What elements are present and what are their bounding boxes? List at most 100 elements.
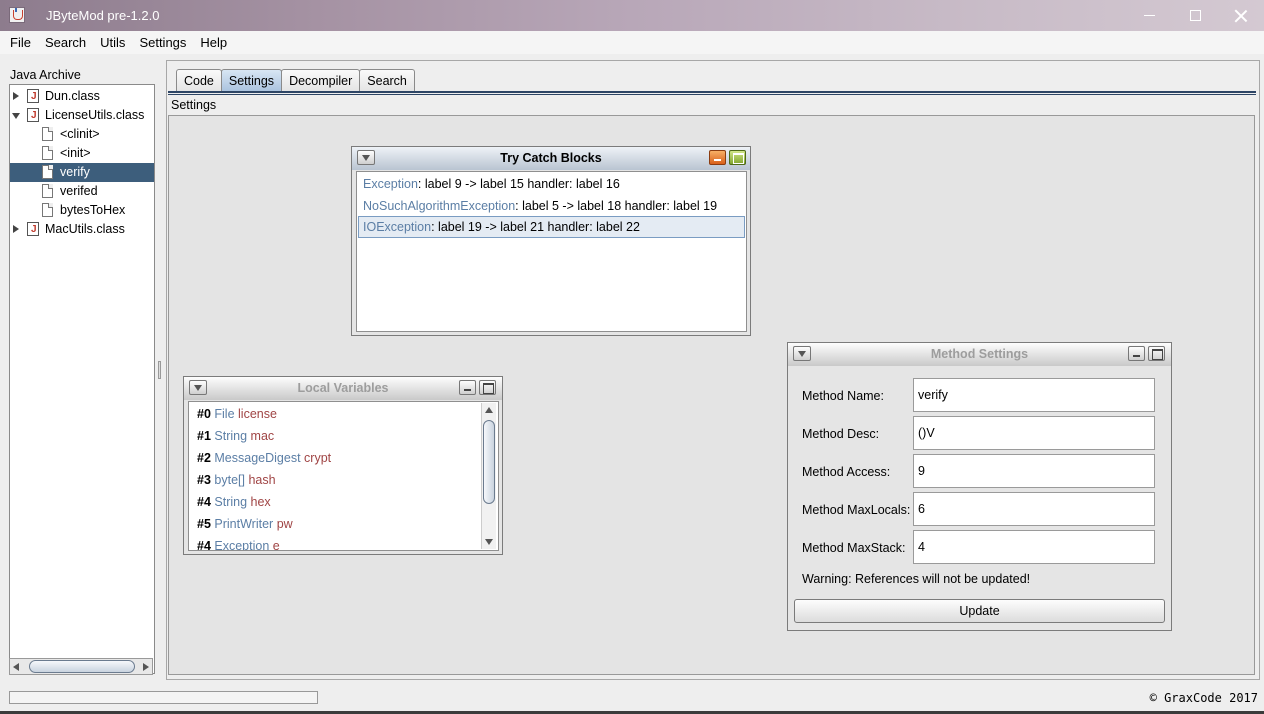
frame-minimize-icon[interactable] xyxy=(459,380,476,395)
method-file-icon xyxy=(42,127,53,141)
frame-maximize-icon[interactable] xyxy=(1148,346,1165,361)
tab-search[interactable]: Search xyxy=(359,69,415,92)
expand-arrow-icon[interactable] xyxy=(13,92,19,100)
tree-item-label: Dun.class xyxy=(45,89,100,103)
method-file-icon xyxy=(42,165,53,179)
split-pane-divider[interactable] xyxy=(157,64,161,676)
try-catch-list: Exception: label 9 -> label 15 handler: … xyxy=(356,171,747,332)
menu-bar: File Search Utils Settings Help xyxy=(0,31,1264,54)
references-warning: Warning: References will not be updated! xyxy=(802,572,1031,586)
tree-item-macutils-class[interactable]: MacUtils.class xyxy=(10,220,154,239)
frame-minimize-icon[interactable] xyxy=(709,150,726,165)
list-item[interactable]: #4 String hex xyxy=(189,491,271,513)
method-settings-frame[interactable]: Method Settings Method Name: verify Meth… xyxy=(787,342,1172,631)
window-title: JByteMod pre-1.2.0 xyxy=(46,8,160,23)
archive-panel-title: Java Archive xyxy=(10,68,81,82)
method-maxstack-label: Method MaxStack: xyxy=(802,541,906,555)
tree-item-clinit[interactable]: <clinit> xyxy=(10,125,154,144)
scroll-thumb[interactable] xyxy=(29,660,135,673)
java-class-icon xyxy=(27,87,39,106)
section-label: Settings xyxy=(171,98,217,112)
menu-help[interactable]: Help xyxy=(193,31,234,54)
try-catch-title-bar[interactable]: Try Catch Blocks xyxy=(352,147,750,170)
expand-arrow-icon[interactable] xyxy=(13,225,19,233)
method-settings-title: Method Settings xyxy=(930,347,1029,361)
tree-item-label: verifed xyxy=(60,184,98,198)
tree-item-bytestohex[interactable]: bytesToHex xyxy=(10,201,154,220)
splitter-grip[interactable] xyxy=(158,361,161,379)
list-item[interactable]: #3 byte[] hash xyxy=(189,469,276,491)
tree-item-licenseutils-class[interactable]: LicenseUtils.class xyxy=(10,106,154,125)
method-access-field[interactable]: 9 xyxy=(913,454,1155,488)
tab-code[interactable]: Code xyxy=(176,69,222,92)
tree-item-init[interactable]: <init> xyxy=(10,144,154,163)
editor-tabs: Code Settings Decompiler Search xyxy=(176,69,415,92)
scroll-right-icon[interactable] xyxy=(143,663,149,671)
close-button[interactable] xyxy=(1218,0,1264,31)
list-item[interactable]: #5 PrintWriter pw xyxy=(189,513,293,535)
method-access-label: Method Access: xyxy=(802,465,891,479)
tree-item-label: bytesToHex xyxy=(60,203,126,217)
list-item[interactable]: IOException: label 19 -> label 21 handle… xyxy=(358,216,745,238)
scroll-left-icon[interactable] xyxy=(13,663,19,671)
java-class-icon xyxy=(27,220,39,239)
tree-item-label: MacUtils.class xyxy=(45,222,125,236)
frame-maximize-icon[interactable] xyxy=(479,380,496,395)
tree-item-label: LicenseUtils.class xyxy=(45,108,145,122)
title-bar: JByteMod pre-1.2.0 xyxy=(0,0,1264,31)
local-variables-list: #0 File license #1 String mac #2 Message… xyxy=(188,401,499,551)
scroll-up-icon[interactable] xyxy=(485,407,493,413)
list-item[interactable]: #1 String mac xyxy=(189,425,274,447)
tree-item-verifed[interactable]: verifed xyxy=(10,182,154,201)
maximize-icon xyxy=(1189,10,1201,21)
java-app-icon xyxy=(9,7,25,23)
try-catch-frame[interactable]: Try Catch Blocks Exception: label 9 -> l… xyxy=(351,146,751,336)
local-variables-scrollbar[interactable] xyxy=(481,403,496,549)
tree-item-dun-class[interactable]: Dun.class xyxy=(10,87,154,106)
tab-decompiler[interactable]: Decompiler xyxy=(281,69,361,92)
method-name-field[interactable]: verify xyxy=(913,378,1155,412)
local-variables-title-bar[interactable]: Local Variables xyxy=(184,377,502,400)
list-item[interactable]: #0 File license xyxy=(189,403,277,425)
list-item[interactable]: Exception: label 9 -> label 15 handler: … xyxy=(358,173,745,195)
method-maxstack-field[interactable]: 4 xyxy=(913,530,1155,564)
tree-item-label: verify xyxy=(60,165,90,179)
copyright-text: © GraxCode 2017 xyxy=(1149,691,1258,705)
menu-settings[interactable]: Settings xyxy=(132,31,193,54)
maximize-button[interactable] xyxy=(1172,0,1218,31)
progress-bar xyxy=(9,691,318,704)
java-class-icon xyxy=(27,106,39,125)
method-settings-title-bar[interactable]: Method Settings xyxy=(788,343,1171,366)
method-maxlocals-label: Method MaxLocals: xyxy=(802,503,911,517)
method-desc-field[interactable]: ()V xyxy=(913,416,1155,450)
method-name-label: Method Name: xyxy=(802,389,884,403)
tree-item-verify[interactable]: verify xyxy=(10,163,154,182)
tab-settings[interactable]: Settings xyxy=(220,69,283,92)
tree-horizontal-scrollbar[interactable] xyxy=(9,658,153,675)
collapse-arrow-icon[interactable] xyxy=(12,113,20,119)
menu-utils[interactable]: Utils xyxy=(93,31,132,54)
update-button[interactable]: Update xyxy=(794,599,1165,623)
method-maxlocals-field[interactable]: 6 xyxy=(913,492,1155,526)
menu-search[interactable]: Search xyxy=(38,31,93,54)
frame-maximize-icon[interactable] xyxy=(729,150,746,165)
frame-minimize-icon[interactable] xyxy=(1128,346,1145,361)
archive-tree: Dun.class LicenseUtils.class <clinit> <i… xyxy=(9,84,155,674)
method-file-icon xyxy=(42,184,53,198)
menu-file[interactable]: File xyxy=(3,31,38,54)
archive-panel: Java Archive Dun.class LicenseUtils.clas… xyxy=(5,64,157,676)
list-item[interactable]: #4 Exception e xyxy=(189,535,280,550)
minimize-button[interactable] xyxy=(1126,0,1172,31)
scroll-thumb[interactable] xyxy=(483,420,495,504)
minimize-icon xyxy=(1143,15,1155,16)
local-variables-title: Local Variables xyxy=(297,381,389,395)
tree-item-label: <init> xyxy=(60,146,91,160)
scroll-down-icon[interactable] xyxy=(485,539,493,545)
local-variables-frame[interactable]: Local Variables #0 File license #1 Strin… xyxy=(183,376,503,555)
method-desc-label: Method Desc: xyxy=(802,427,880,441)
list-item[interactable]: NoSuchAlgorithmException: label 5 -> lab… xyxy=(358,195,745,217)
close-icon xyxy=(1234,9,1248,23)
method-file-icon xyxy=(42,146,53,160)
list-item[interactable]: #2 MessageDigest crypt xyxy=(189,447,331,469)
method-file-icon xyxy=(42,203,53,217)
